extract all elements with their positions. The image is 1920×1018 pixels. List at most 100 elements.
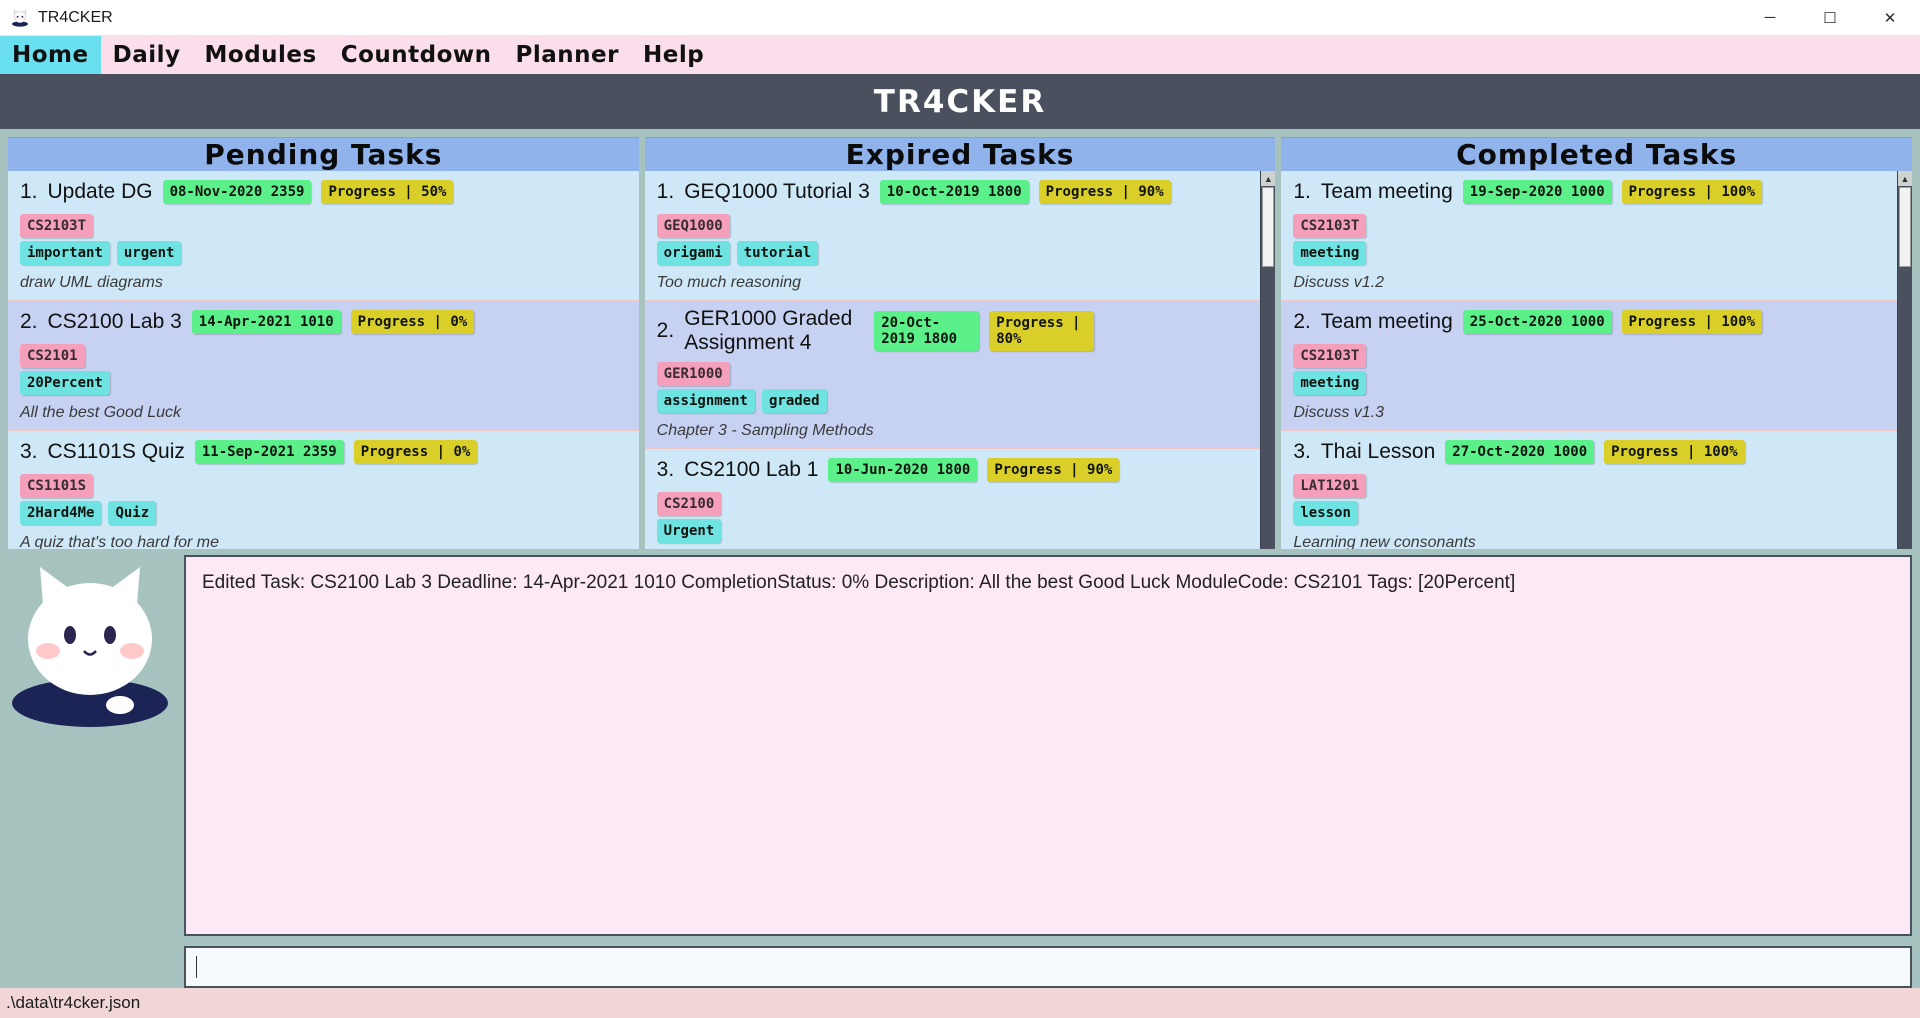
task-row[interactable]: 2. GER1000 Graded Assignment 4 20-Oct-2019… [644,301,1261,450]
task-column-expired-tasks: Expired Tasks 1. GEQ1000 Tutorial 3 10-Oct-… [644,137,1276,549]
task-tag-row: assignment graded [656,389,1251,414]
task-row[interactable]: 2. Team meeting 25-Oct-2020 1000 Progress |… [1281,301,1898,432]
task-deadline-chip: 10-Oct-2019 1800 [879,180,1029,204]
menu-item-modules[interactable]: Modules [193,36,329,74]
task-description: Discuss v1.3 [1293,404,1385,422]
menu-item-countdown[interactable]: Countdown [329,36,504,74]
mascot-cat-icon [0,555,184,988]
task-index: 3. [20,440,38,464]
task-deadline-chip: 14-Apr-2021 1010 [191,310,341,335]
task-row[interactable]: 1. GEQ1000 Tutorial 3 10-Oct-2019 1800 Prog… [644,171,1261,301]
menu-bar: Home Daily Modules Countdown Planner Help [0,36,1920,74]
menu-item-home[interactable]: Home [0,36,101,74]
minimize-button[interactable]: ─ [1740,0,1800,36]
task-list: 1. Update DG 08-Nov-2020 2359 Progress | 50… [8,171,639,549]
task-description: draw UML diagrams [20,274,163,292]
task-header-row: 1. GEQ1000 Tutorial 3 10-Oct-2019 1800 Prog… [657,177,1251,207]
app-header: TR4CKER [0,74,1920,129]
task-module-row: CS2103T [1293,344,1887,369]
task-row[interactable]: 3. CS1101S Quiz 11-Sep-2021 2359 Progress |… [8,431,639,549]
task-tag-row: meeting [1293,371,1887,396]
task-module-chip: CS1101S [20,474,94,499]
column-title: Completed Tasks [1456,138,1738,172]
status-bar: .\data\tr4cker.json [0,988,1920,1018]
task-tag-row: lesson [1293,501,1887,526]
task-name: CS2100 Lab 3 [47,310,182,334]
maximize-button[interactable]: ☐ [1800,0,1860,36]
column-scrollbar[interactable]: ▲ [1260,171,1276,549]
save-location-path: .\data\tr4cker.json [6,993,141,1012]
task-index: 1. [20,180,38,204]
menu-item-help[interactable]: Help [631,36,716,74]
title-bar: TR4CKER ─ ☐ ✕ [0,0,1920,36]
task-deadline-chip: 11-Sep-2021 2359 [194,440,344,465]
app-window: TR4CKER ─ ☐ ✕ Home Daily Modules Countdown P… [0,0,1920,1018]
scroll-up-arrow-icon[interactable]: ▲ [1898,171,1913,187]
task-deadline-chip: 08-Nov-2020 2359 [162,180,312,205]
task-row[interactable]: 3. CS2100 Lab 1 10-Jun-2020 1800 Progress |… [644,449,1261,549]
menu-item-label: Planner [515,42,619,68]
task-header-row: 1. Team meeting 19-Sep-2020 1000 Progress |… [1293,177,1887,207]
column-header: Pending Tasks [8,137,639,172]
task-row[interactable]: 2. CS2100 Lab 3 14-Apr-2021 1010 Progress |… [8,301,639,432]
menu-item-planner[interactable]: Planner [504,36,631,74]
task-description: Learning new consonants [1293,534,1476,549]
task-name: GEQ1000 Tutorial 3 [684,179,870,203]
task-deadline-chip: 25-Oct-2020 1000 [1462,310,1612,335]
close-button[interactable]: ✕ [1860,0,1920,36]
column-body: 1. Team meeting 19-Sep-2020 1000 Progress |… [1281,171,1913,549]
task-tag-chip: Quiz [108,501,157,526]
task-name: GER1000 Graded Assignment 4 [684,307,853,355]
column-scrollbar[interactable]: ▲ [1897,171,1913,549]
scroll-up-arrow-icon[interactable]: ▲ [1261,171,1276,186]
task-progress-chip: Progress | 90% [1038,180,1171,204]
task-column-pending-tasks: Pending Tasks 1. Update DG 08-Nov-2020 2359… [8,137,639,549]
task-row[interactable]: 1. Team meeting 19-Sep-2020 1000 Progress |… [1281,171,1898,302]
result-display: Edited Task: CS2100 Lab 3 Deadline: 14-A… [184,555,1912,936]
task-header-row: 1. Update DG 08-Nov-2020 2359 Progress | 50… [20,177,629,207]
task-tag-chip: meeting [1293,371,1367,396]
task-module-chip: GER1000 [656,362,730,387]
task-name: CS1101S Quiz [47,440,185,464]
task-module-chip: LAT1201 [1293,474,1367,499]
task-module-row: CS2103T [1293,214,1887,239]
task-module-chip: GEQ1000 [656,214,730,238]
scrollbar-thumb[interactable] [1262,187,1275,267]
task-module-row: CS1101S [20,474,629,499]
task-description: Too much reasoning [656,274,802,291]
task-progress-chip: Progress | 0% [353,440,478,465]
task-description: Discuss v1.2 [1293,274,1385,292]
task-progress-chip: Progress | 50% [321,180,454,205]
task-header-row: 3. CS2100 Lab 1 10-Jun-2020 1800 Progress |… [657,455,1251,485]
column-body: 1. GEQ1000 Tutorial 3 10-Oct-2019 1800 Prog… [644,171,1276,549]
task-header-row: 3. CS1101S Quiz 11-Sep-2021 2359 Progress |… [20,437,629,467]
task-index: 2. [656,319,675,343]
command-input-box[interactable] [184,946,1912,988]
task-row[interactable]: 1. Update DG 08-Nov-2020 2359 Progress | 50… [8,171,639,302]
task-column-completed-tasks: Completed Tasks 1. Team meeting 19-Sep-2020… [1281,137,1913,549]
scrollbar-thumb[interactable] [1899,187,1912,268]
menu-item-daily[interactable]: Daily [101,36,193,74]
menu-item-label: Help [642,42,705,68]
task-tag-chip: assignment [656,389,755,414]
task-deadline-chip: 10-Jun-2020 1800 [828,458,978,483]
column-title: Pending Tasks [204,138,443,172]
task-index: 1. [1293,180,1311,204]
task-row[interactable]: 3. Thai Lesson 27-Oct-2020 1000 Progress | … [1281,431,1898,549]
task-deadline-chip: 19-Sep-2020 1000 [1462,180,1612,205]
task-module-row: LAT1201 [1293,474,1887,499]
task-header-row: 2. CS2100 Lab 3 14-Apr-2021 1010 Progress |… [20,307,629,337]
task-index: 1. [656,180,675,203]
task-name: Team meeting [1320,180,1453,204]
task-tag-chip: Urgent [656,519,722,544]
task-progress-chip: Progress | 0% [350,310,475,335]
task-tag-row: Urgent [656,519,1251,544]
task-module-chip: CS2103T [20,214,94,239]
window-title: TR4CKER [38,8,113,26]
task-module-row: GEQ1000 [656,214,1251,238]
task-header-row: 2. GER1000 Graded Assignment 4 20-Oct-2019… [657,307,1251,355]
result-text: Edited Task: CS2100 Lab 3 Deadline: 14-A… [202,572,1516,593]
task-module-chip: CS2100 [656,492,722,517]
task-columns: Pending Tasks 1. Update DG 08-Nov-2020 2359… [0,129,1920,549]
cat-icon [10,8,30,28]
